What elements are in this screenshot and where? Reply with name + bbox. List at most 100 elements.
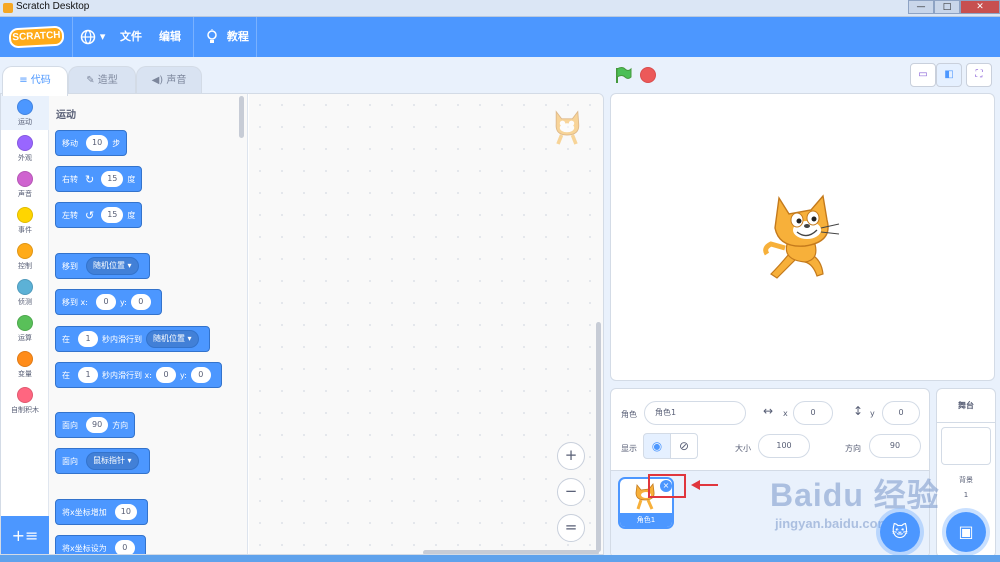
category-color-dot <box>17 387 33 403</box>
tutorials-label: 教程 <box>226 30 249 43</box>
vertical-scrollbar[interactable] <box>596 322 601 552</box>
category-sound[interactable]: 声音 <box>1 166 49 202</box>
palette-section-title: 运动 <box>56 110 76 121</box>
green-flag-icon[interactable] <box>614 66 632 84</box>
block-go-to-xy[interactable]: 移到 x: 0 y: 0 <box>55 289 162 315</box>
y-input[interactable]: 0 <box>130 294 151 310</box>
small-stage-button[interactable]: ▭ <box>910 63 936 87</box>
stop-icon[interactable] <box>640 67 656 83</box>
window-titlebar: Scratch Desktop — □ ✕ <box>0 0 1000 17</box>
add-extension-button[interactable]: +≡ <box>1 516 49 554</box>
choose-sprite-button[interactable]: 🐱 <box>880 512 920 552</box>
category-variables[interactable]: 变量 <box>1 346 49 382</box>
cat-sprite[interactable] <box>761 194 843 282</box>
direction-input[interactable]: 90 <box>86 417 109 433</box>
zoom-out-button[interactable]: − <box>557 478 585 506</box>
category-color-dot <box>17 207 33 223</box>
category-color-dot <box>17 99 33 115</box>
sprite-direction-input[interactable]: 90 <box>869 434 921 458</box>
number-input[interactable]: 10 <box>114 504 137 520</box>
target-dropdown[interactable]: 随机位置 ▾ <box>86 257 139 275</box>
maximize-button[interactable]: □ <box>934 0 960 14</box>
block-turn-left[interactable]: 左转 ↺ 15 度 <box>55 202 143 228</box>
stage-pane-title: 舞台 <box>937 389 995 423</box>
eye-icon: ◉ <box>651 439 663 453</box>
language-menu[interactable]: ▾ <box>80 17 105 57</box>
block-turn-right[interactable]: 右转 ↻ 15 度 <box>55 166 143 192</box>
category-control[interactable]: 控制 <box>1 238 49 274</box>
app-icon <box>3 3 13 13</box>
show-sprite-button[interactable]: ◉ <box>643 433 671 459</box>
highlight-box <box>648 474 686 498</box>
sprite-x-input[interactable]: 0 <box>793 401 833 425</box>
sprite-name-label: 角色 <box>621 410 637 419</box>
rotate-left-icon: ↺ <box>85 208 95 222</box>
category-sensing[interactable]: 侦测 <box>1 274 49 310</box>
target-dropdown[interactable]: 鼠标指针 ▾ <box>86 452 139 470</box>
taskbar-edge <box>0 555 1000 562</box>
category-color-dot <box>17 171 33 187</box>
rotate-right-icon: ↻ <box>85 172 95 186</box>
palette-scrollbar[interactable] <box>239 96 244 138</box>
block-glide-to[interactable]: 在 1 秒内滑行到 随机位置 ▾ <box>55 326 210 352</box>
block-set-x[interactable]: 将x坐标设为 0 <box>55 535 146 554</box>
number-input[interactable]: 15 <box>101 207 124 223</box>
scratch-logo[interactable]: SCRATCH <box>8 25 65 49</box>
number-input[interactable]: 15 <box>101 171 124 187</box>
category-color-dot <box>17 243 33 259</box>
edit-menu[interactable]: 编辑 <box>159 17 181 57</box>
sprite-size-input[interactable]: 100 <box>758 434 810 458</box>
block-point-towards[interactable]: 面向 鼠标指针 ▾ <box>55 448 150 474</box>
brush-icon: ✎ <box>86 75 95 86</box>
code-icon: ≡ <box>19 75 28 86</box>
x-input[interactable]: 0 <box>95 294 116 310</box>
category-color-dot <box>17 315 33 331</box>
seconds-input[interactable]: 1 <box>78 331 98 347</box>
chevron-down-icon: ▾ <box>99 30 106 43</box>
category-color-dot <box>17 351 33 367</box>
choose-backdrop-button[interactable]: ▣ <box>946 512 986 552</box>
eye-off-icon: ⊘ <box>678 439 690 453</box>
block-go-to[interactable]: 移到 随机位置 ▾ <box>55 253 150 279</box>
zoom-in-button[interactable]: + <box>557 442 585 470</box>
category-events[interactable]: 事件 <box>1 202 49 238</box>
script-area[interactable]: + − = <box>249 94 603 554</box>
block-glide-to-xy[interactable]: 在 1 秒内滑行到 x: 0 y: 0 <box>55 362 222 388</box>
sprite-y-input[interactable]: 0 <box>882 401 920 425</box>
speaker-icon: ◀) <box>151 75 164 86</box>
stage-canvas[interactable] <box>610 93 995 381</box>
hide-sprite-button[interactable]: ⊘ <box>670 433 698 459</box>
category-color-dot <box>17 279 33 295</box>
x-input[interactable]: 0 <box>155 367 176 383</box>
category-motion[interactable]: 运动 <box>1 94 49 130</box>
normal-stage-button[interactable]: ◧ <box>936 63 962 87</box>
annotation-arrow-icon <box>691 480 718 490</box>
sprite-info: 角色 角色1 ↔ x 0 ↕ y 0 显示 ◉ ⊘ 大小 100 方向 90 <box>611 389 929 471</box>
category-operators[interactable]: 运算 <box>1 310 49 346</box>
x-arrows-icon: ↔ <box>763 404 774 418</box>
tab-costumes[interactable]: ✎ 造型 <box>68 66 136 95</box>
close-window-button[interactable]: ✕ <box>960 0 1000 14</box>
file-menu[interactable]: 文件 <box>120 17 142 57</box>
block-change-x[interactable]: 将x坐标增加 10 <box>55 499 148 525</box>
number-input[interactable]: 0 <box>114 540 135 554</box>
zoom-reset-button[interactable]: = <box>557 514 585 542</box>
globe-icon <box>80 29 96 45</box>
fullscreen-button[interactable]: ⛶ <box>966 63 992 87</box>
minimize-button[interactable]: — <box>908 0 934 14</box>
sprite-name-input[interactable]: 角色1 <box>644 401 746 425</box>
block-point-direction[interactable]: 面向 90 方向 <box>55 412 136 438</box>
seconds-input[interactable]: 1 <box>78 367 98 383</box>
tab-sounds[interactable]: ◀) 声音 <box>136 66 202 95</box>
target-dropdown[interactable]: 随机位置 ▾ <box>146 330 199 348</box>
category-my-blocks[interactable]: 自制积木 <box>1 382 49 418</box>
y-input[interactable]: 0 <box>190 367 211 383</box>
category-looks[interactable]: 外观 <box>1 130 49 166</box>
stage-header: ▭ ◧ ⛶ <box>610 57 1000 93</box>
category-menu: 运动 外观 声音 事件 控制 侦测 运算 变量 自制积木 +≡ <box>1 94 49 554</box>
sprite-watermark-icon <box>555 110 580 145</box>
tab-code[interactable]: ≡ 代码 <box>2 66 68 96</box>
number-input[interactable]: 10 <box>86 135 109 151</box>
tutorials-menu[interactable]: 教程 <box>205 17 249 57</box>
block-move-steps[interactable]: 移动 10 步 <box>55 130 128 156</box>
